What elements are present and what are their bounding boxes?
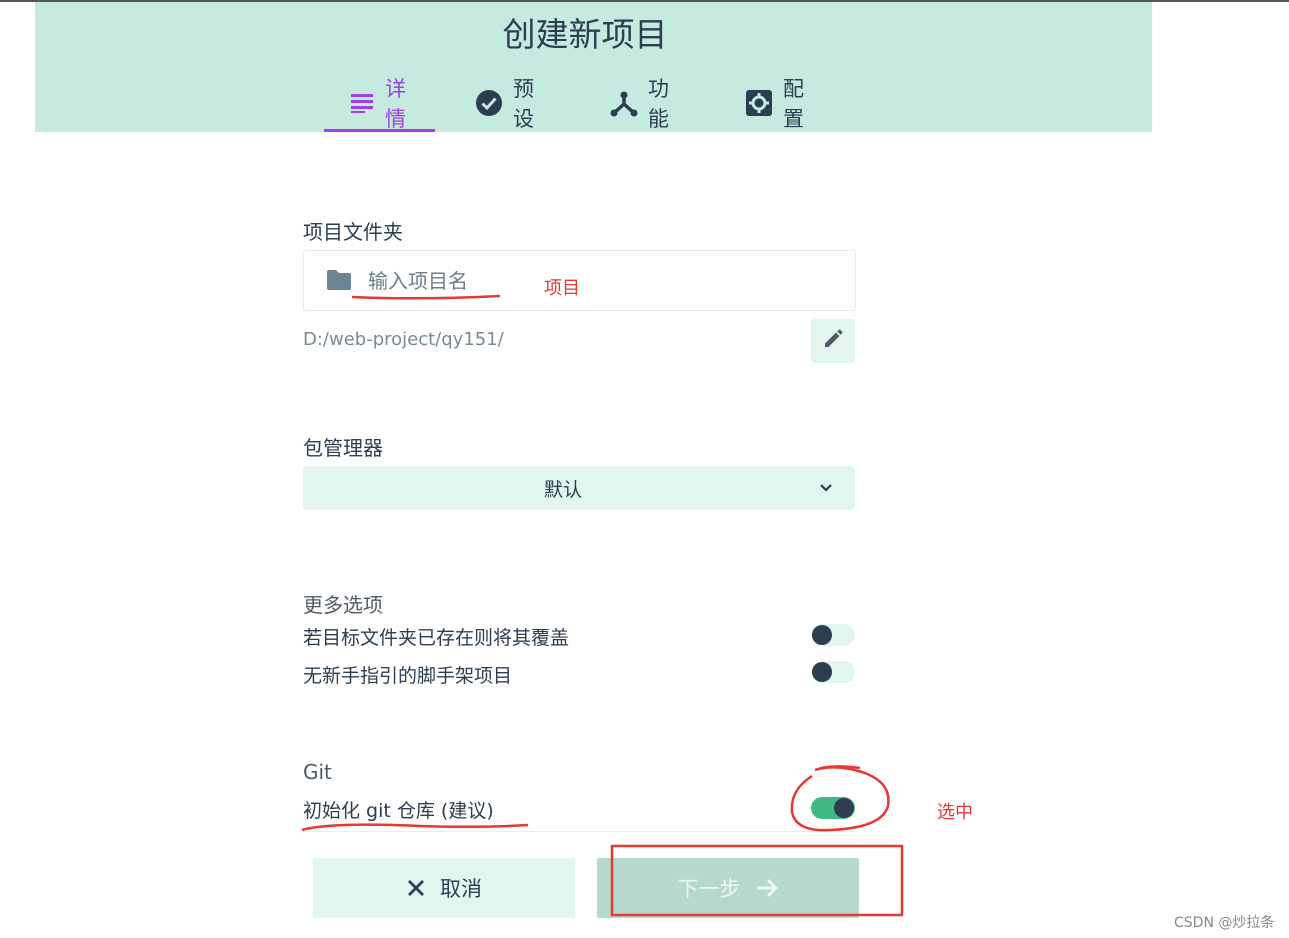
arrow-right-icon xyxy=(755,877,779,899)
tab-details-label: 详情 xyxy=(385,77,406,131)
close-icon xyxy=(406,878,426,898)
tab-presets-label: 预设 xyxy=(513,77,534,131)
git-section-label: Git xyxy=(303,760,332,784)
cancel-button[interactable]: 取消 xyxy=(313,858,575,918)
edit-path-button[interactable] xyxy=(811,319,855,363)
fork-icon xyxy=(610,89,638,117)
package-manager-select[interactable]: 默认 xyxy=(303,466,855,510)
package-manager-label: 包管理器 xyxy=(303,436,383,460)
toggle-knob xyxy=(812,625,832,645)
gear-box-icon xyxy=(745,89,773,117)
next-button[interactable]: 下一步 xyxy=(597,858,859,918)
chevron-down-icon xyxy=(817,478,835,500)
annotation-selected-note: 选中 xyxy=(937,802,973,823)
package-manager-value: 默认 xyxy=(543,479,582,501)
check-circle-icon xyxy=(475,89,503,117)
tab-presets[interactable]: 预设 xyxy=(475,74,534,132)
list-icon xyxy=(351,89,375,117)
folder-icon xyxy=(326,269,352,295)
tab-features-label: 功能 xyxy=(648,77,669,131)
option-force-toggle[interactable] xyxy=(811,624,855,646)
folder-section-label: 项目文件夹 xyxy=(303,220,403,244)
pencil-icon xyxy=(823,329,843,353)
next-button-label: 下一步 xyxy=(677,877,741,901)
toggle-knob xyxy=(812,662,832,682)
annotation-underline-git xyxy=(301,823,529,832)
git-init-label: 初始化 git 仓库 (建议) xyxy=(303,800,494,822)
cancel-button-label: 取消 xyxy=(440,877,482,901)
git-init-toggle[interactable] xyxy=(811,797,855,819)
option-bare-label: 无新手指引的脚手架项目 xyxy=(303,665,513,687)
project-path: D:/web-project/qy151/ xyxy=(303,329,504,350)
annotation-project-note: 项目 xyxy=(544,278,580,299)
page-title: 创建新项目 xyxy=(502,15,668,54)
tab-config-label: 配置 xyxy=(783,77,804,131)
toggle-knob xyxy=(834,798,854,818)
more-options-label: 更多选项 xyxy=(303,593,383,617)
project-name-input[interactable] xyxy=(366,265,800,297)
tab-config[interactable]: 配置 xyxy=(745,74,804,132)
tab-details[interactable]: 详情 xyxy=(324,74,435,132)
page-header: 创建新项目 详情 预设 功能 配置 xyxy=(35,2,1152,132)
watermark: CSDN @炒拉条 xyxy=(1174,915,1275,931)
option-force-label: 若目标文件夹已存在则将其覆盖 xyxy=(303,627,570,649)
tab-features[interactable]: 功能 xyxy=(610,74,669,132)
option-bare-toggle[interactable] xyxy=(811,661,855,683)
section-divider xyxy=(303,831,855,832)
